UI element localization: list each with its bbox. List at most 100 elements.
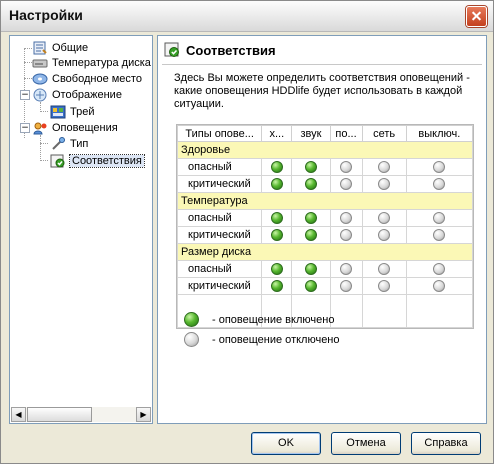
- matrix-cell: [291, 158, 331, 176]
- notification-disabled-toggle[interactable]: [340, 161, 353, 174]
- notification-disabled-toggle[interactable]: [340, 229, 353, 242]
- notification-enabled-toggle[interactable]: [270, 263, 283, 276]
- notification-disabled-toggle[interactable]: [433, 280, 446, 293]
- row-label: опасный: [176, 260, 263, 278]
- display-icon: [33, 88, 47, 101]
- hard-drive-icon: [32, 59, 48, 67]
- column-header[interactable]: по...: [329, 125, 363, 142]
- expand-notifications-toggle[interactable]: −: [20, 123, 30, 133]
- tree-item-display[interactable]: Отображение: [32, 87, 122, 102]
- expand-display-toggle[interactable]: −: [20, 90, 30, 100]
- notification-disabled-toggle[interactable]: [433, 212, 446, 225]
- tree-item-general[interactable]: Общие: [32, 40, 88, 55]
- cancel-button[interactable]: Отмена: [331, 432, 401, 455]
- matrix-cell: [291, 209, 331, 227]
- row-label: опасный: [176, 158, 263, 176]
- tree-item-tray[interactable]: Трей: [50, 104, 94, 119]
- tree-item-label: Отображение: [52, 88, 122, 101]
- column-header[interactable]: звук: [291, 125, 331, 142]
- column-header[interactable]: Типы опове...: [176, 125, 263, 142]
- notification-disabled-toggle[interactable]: [433, 161, 446, 174]
- settings-dialog: Настройки Общие Температура диска Свобод…: [0, 0, 494, 464]
- tree-item-label: Свободное место: [52, 72, 142, 85]
- tree-item-correspondence[interactable]: Соответствия: [50, 153, 145, 168]
- tree-item-type[interactable]: Тип: [50, 136, 88, 151]
- notification-disabled-toggle[interactable]: [378, 212, 391, 225]
- matrix-cell: [291, 226, 331, 244]
- notification-disabled-toggle[interactable]: [378, 280, 391, 293]
- notification-enabled-toggle[interactable]: [304, 280, 317, 293]
- section-header: Соответствия: [164, 42, 276, 58]
- notification-disabled-toggle[interactable]: [433, 178, 446, 191]
- notification-disabled-toggle[interactable]: [378, 161, 391, 174]
- row-label: критический: [176, 175, 263, 193]
- tree-item-notifications[interactable]: Оповещения: [32, 120, 118, 135]
- ok-button[interactable]: OK: [251, 432, 321, 455]
- tree-item-label: Температура диска: [52, 56, 151, 69]
- matrix-cell: [329, 158, 363, 176]
- tree-item-label: Общие: [52, 41, 89, 54]
- row-label: критический: [176, 277, 263, 295]
- matrix-row: критический: [176, 226, 474, 244]
- notification-disabled-toggle[interactable]: [340, 212, 353, 225]
- tree-item-free-space[interactable]: Свободное место: [32, 71, 142, 86]
- tree-item-label: Соответствия: [69, 153, 145, 168]
- notification-disabled-toggle[interactable]: [378, 229, 391, 242]
- notification-disabled-toggle[interactable]: [378, 178, 391, 191]
- notification-disabled-toggle[interactable]: [433, 229, 446, 242]
- matrix-cell: [361, 277, 407, 295]
- matrix-cell: [361, 260, 407, 278]
- matrix-row: критический: [176, 277, 474, 295]
- column-header[interactable]: сеть: [361, 125, 407, 142]
- notification-enabled-toggle[interactable]: [304, 263, 317, 276]
- close-button[interactable]: [466, 6, 487, 27]
- notification-disabled-toggle[interactable]: [378, 263, 391, 276]
- matrix-cell: [405, 260, 474, 278]
- notification-disabled-toggle[interactable]: [340, 263, 353, 276]
- column-header[interactable]: х...: [261, 125, 293, 142]
- filler-cell: [361, 294, 407, 328]
- matrix-cell: [291, 277, 331, 295]
- scroll-left-button[interactable]: ◀: [11, 407, 26, 422]
- notification-enabled-toggle[interactable]: [270, 178, 283, 191]
- notification-enabled-toggle[interactable]: [304, 212, 317, 225]
- help-button[interactable]: Справка: [411, 432, 481, 455]
- matrix-group-row: Здоровье: [177, 141, 473, 159]
- matrix-cell: [361, 226, 407, 244]
- matrix-cell: [329, 175, 363, 193]
- matrix-cell: [329, 209, 363, 227]
- header-divider: [162, 64, 482, 65]
- notification-enabled-toggle[interactable]: [270, 229, 283, 242]
- settings-tree[interactable]: Общие Температура диска Свободное место …: [9, 35, 153, 424]
- notifications-icon: [33, 122, 47, 134]
- tree-horizontal-scrollbar[interactable]: ◀ ▶: [11, 407, 151, 422]
- group-label: Здоровье: [177, 141, 473, 159]
- notification-enabled-toggle[interactable]: [270, 280, 283, 293]
- matrix-cell: [405, 175, 474, 193]
- notification-disabled-toggle[interactable]: [340, 178, 353, 191]
- matrix-group-row: Размер диска: [177, 243, 473, 261]
- matrix-cell: [291, 175, 331, 193]
- notification-disabled-toggle[interactable]: [433, 263, 446, 276]
- notification-disabled-toggle[interactable]: [340, 280, 353, 293]
- notification-enabled-toggle[interactable]: [270, 212, 283, 225]
- filler-cell: [405, 294, 474, 328]
- tray-icon: [50, 105, 66, 118]
- notification-enabled-toggle[interactable]: [304, 161, 317, 174]
- general-settings-icon: [33, 41, 47, 54]
- notification-enabled-toggle[interactable]: [270, 161, 283, 174]
- matrix-cell: [329, 226, 363, 244]
- disk-space-icon: [32, 73, 48, 84]
- matrix-cell: [405, 209, 474, 227]
- scroll-right-button[interactable]: ▶: [136, 407, 151, 422]
- matrix-cell: [361, 209, 407, 227]
- tree-item-disk-temperature[interactable]: Температура диска: [32, 55, 151, 70]
- notification-enabled-toggle[interactable]: [304, 229, 317, 242]
- correspondence-icon: [164, 42, 179, 57]
- tree-item-label: Оповещения: [52, 121, 118, 134]
- matrix-cell: [261, 175, 293, 193]
- notification-enabled-toggle[interactable]: [304, 178, 317, 191]
- tree-item-label: Трей: [70, 105, 95, 118]
- column-header[interactable]: выключ.: [405, 125, 474, 142]
- scroll-thumb[interactable]: [27, 407, 92, 422]
